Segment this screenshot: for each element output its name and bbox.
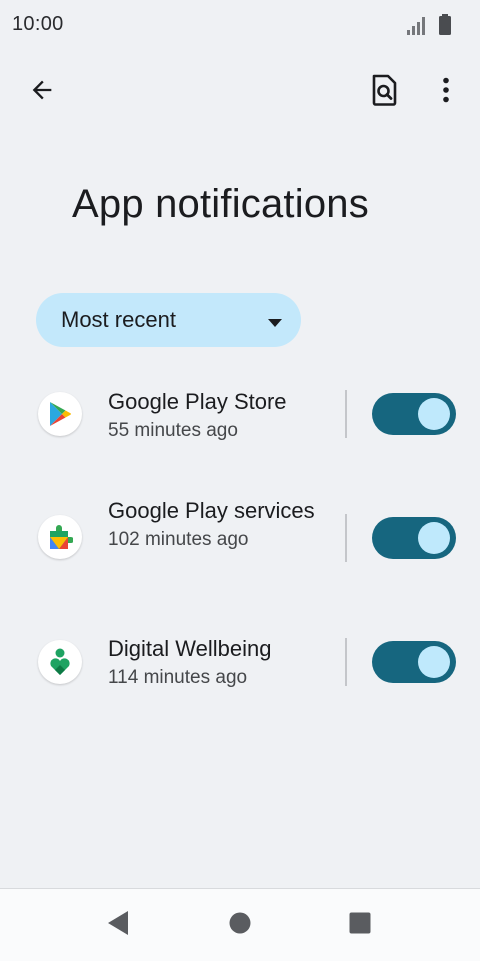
status-icons [406, 14, 452, 41]
search-settings-icon [370, 74, 398, 111]
notification-toggle[interactable] [372, 393, 456, 435]
toggle-thumb [418, 398, 450, 430]
status-time: 10:00 [12, 13, 64, 35]
app-text: Google Play services 102 minutes ago [108, 497, 323, 553]
back-button[interactable] [18, 68, 66, 116]
notification-toggle[interactable] [372, 641, 456, 683]
caret-down-icon [267, 315, 283, 333]
toggle-thumb [418, 522, 450, 554]
notification-toggle[interactable] [372, 517, 456, 559]
google-play-services-icon [38, 515, 82, 559]
search-settings-button[interactable] [360, 68, 408, 116]
app-row-google-play-store[interactable]: Google Play Store 55 minutes ago [0, 383, 480, 447]
nav-home-button[interactable] [216, 901, 264, 949]
nav-back-button[interactable] [94, 901, 142, 949]
app-time: 114 minutes ago [108, 667, 248, 688]
divider [345, 514, 347, 562]
more-options-button[interactable] [422, 68, 470, 116]
nav-back-icon [106, 910, 130, 941]
app-text: Digital Wellbeing 114 minutes ago [108, 635, 323, 691]
back-arrow-icon [28, 76, 56, 109]
divider [345, 390, 347, 438]
app-text: Google Play Store 55 minutes ago [108, 388, 323, 444]
nav-recents-button[interactable] [336, 901, 384, 949]
google-play-store-icon [38, 392, 82, 436]
signal-icon [406, 16, 428, 41]
toggle-thumb [418, 646, 450, 678]
app-name: Google Play services [108, 498, 315, 523]
system-nav-bar [0, 888, 480, 961]
divider [345, 638, 347, 686]
app-name: Google Play Store [108, 389, 287, 414]
status-bar: 10:00 [0, 0, 480, 50]
more-vert-icon [442, 77, 450, 108]
digital-wellbeing-icon [38, 640, 82, 684]
sort-dropdown-label: Most recent [61, 307, 176, 332]
app-row-google-play-services[interactable]: Google Play services 102 minutes ago [0, 494, 480, 586]
app-time: 55 minutes ago [108, 420, 238, 441]
app-time: 102 minutes ago [108, 529, 249, 550]
battery-icon [438, 14, 452, 41]
page-title: App notifications [72, 182, 369, 226]
app-name: Digital Wellbeing [108, 636, 272, 661]
nav-home-icon [228, 911, 252, 940]
app-row-digital-wellbeing[interactable]: Digital Wellbeing 114 minutes ago [0, 631, 480, 695]
top-app-bar [0, 60, 480, 124]
nav-recents-icon [348, 911, 372, 940]
sort-dropdown[interactable]: Most recent [36, 293, 301, 347]
